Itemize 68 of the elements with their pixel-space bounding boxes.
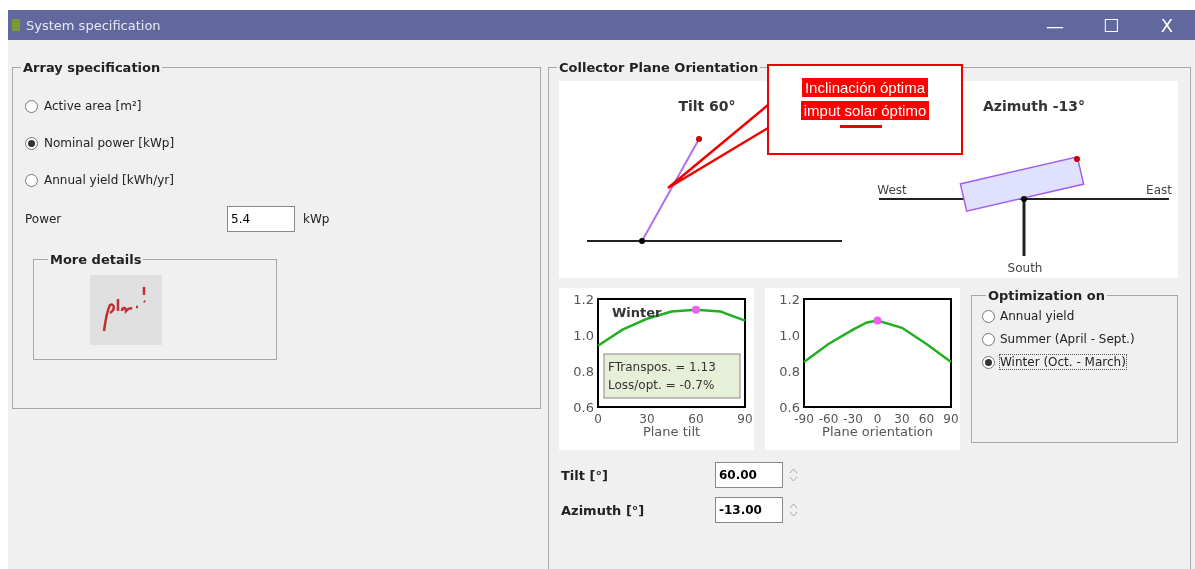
power-field[interactable]: 5.4 bbox=[227, 206, 295, 232]
radio-label: Active area [m²] bbox=[44, 99, 142, 113]
unit-label: kWp bbox=[303, 212, 330, 226]
radio-button[interactable] bbox=[25, 173, 38, 187]
radio-label: Annual yield bbox=[1000, 309, 1075, 323]
radio-label: Annual yield [kWh/yr] bbox=[44, 173, 174, 187]
y-tick-label: 1.0 bbox=[779, 328, 800, 343]
direction-label: East bbox=[1146, 183, 1172, 197]
season-label: Winter bbox=[612, 305, 662, 320]
radio-button[interactable] bbox=[25, 99, 38, 113]
x-axis-label: Plane orientation bbox=[822, 424, 933, 439]
x-tick-label: 0 bbox=[594, 412, 602, 426]
y-tick-label: 0.8 bbox=[573, 364, 594, 379]
x-tick-label: -30 bbox=[843, 412, 863, 426]
radio-button[interactable] bbox=[982, 355, 995, 369]
x-tick-label: 90 bbox=[737, 412, 753, 426]
direction-label: West bbox=[877, 183, 907, 197]
azimuth-caption: Azimuth -13° bbox=[982, 98, 1086, 114]
optimum-marker bbox=[873, 316, 882, 325]
callout-text: imput solar óptimo bbox=[800, 101, 930, 120]
field-label: Power bbox=[25, 212, 63, 226]
down-caret-icon bbox=[789, 510, 798, 518]
number-field[interactable]: -13.00 bbox=[715, 497, 783, 523]
window-control-button[interactable]: — bbox=[1027, 10, 1083, 40]
y-tick-label: 0.8 bbox=[779, 364, 800, 379]
callout-text: Inclinación óptima bbox=[801, 78, 929, 97]
x-axis-label: Plane tilt bbox=[642, 424, 701, 439]
group-title: Array specification bbox=[22, 60, 162, 75]
window-title: System specification bbox=[26, 17, 162, 33]
window-control-button[interactable]: ☐ bbox=[1083, 10, 1139, 40]
spin-buttons[interactable] bbox=[789, 502, 798, 518]
radio-button[interactable] bbox=[25, 136, 38, 150]
radio-label: Winter (Oct. - March) bbox=[1000, 355, 1126, 369]
x-tick-label: 90 bbox=[943, 412, 959, 426]
y-tick-label: 1.2 bbox=[779, 292, 800, 307]
window-control-button[interactable]: X bbox=[1139, 10, 1195, 40]
spin-buttons[interactable] bbox=[789, 467, 798, 483]
radio-button[interactable] bbox=[982, 332, 995, 346]
y-tick-label: 1.2 bbox=[573, 292, 594, 307]
x-tick-label: 30 bbox=[894, 412, 910, 426]
number-field[interactable]: 60.00 bbox=[715, 462, 783, 488]
radio-button[interactable] bbox=[982, 309, 995, 323]
y-tick-label: 0.6 bbox=[779, 400, 800, 415]
group-title: Optimization on bbox=[987, 288, 1106, 303]
radio-label: Summer (April - Sept.) bbox=[1000, 332, 1135, 346]
direction-label: South bbox=[1007, 261, 1043, 275]
app-icon bbox=[12, 19, 20, 31]
x-tick-label: 60 bbox=[688, 412, 704, 426]
up-caret-icon bbox=[789, 467, 798, 475]
group-title: Collector Plane Orientation bbox=[558, 60, 760, 75]
group-title: More details bbox=[49, 252, 143, 267]
up-caret-icon bbox=[789, 502, 798, 510]
y-tick-label: 0.6 bbox=[573, 400, 594, 415]
x-tick-label: 30 bbox=[639, 412, 655, 426]
scribble-image-button[interactable] bbox=[90, 275, 162, 345]
x-tick-label: 0 bbox=[873, 412, 882, 426]
x-tick-label: 60 bbox=[918, 412, 935, 426]
field-label: Tilt [°] bbox=[561, 467, 609, 483]
y-tick-label: 1.0 bbox=[573, 328, 594, 343]
radio-label: Nominal power [kWp] bbox=[44, 136, 175, 150]
info-box: FTranspos. = 1.13 Loss/opt. = -0.7% bbox=[603, 353, 741, 399]
field-label: Azimuth [°] bbox=[561, 502, 646, 518]
underline-mark bbox=[840, 125, 882, 128]
tilt-caption: Tilt 60° bbox=[678, 98, 736, 114]
optimum-marker bbox=[692, 305, 700, 314]
x-tick-label: -90 bbox=[794, 412, 814, 426]
x-tick-label: -60 bbox=[818, 412, 839, 426]
down-caret-icon bbox=[789, 475, 798, 483]
